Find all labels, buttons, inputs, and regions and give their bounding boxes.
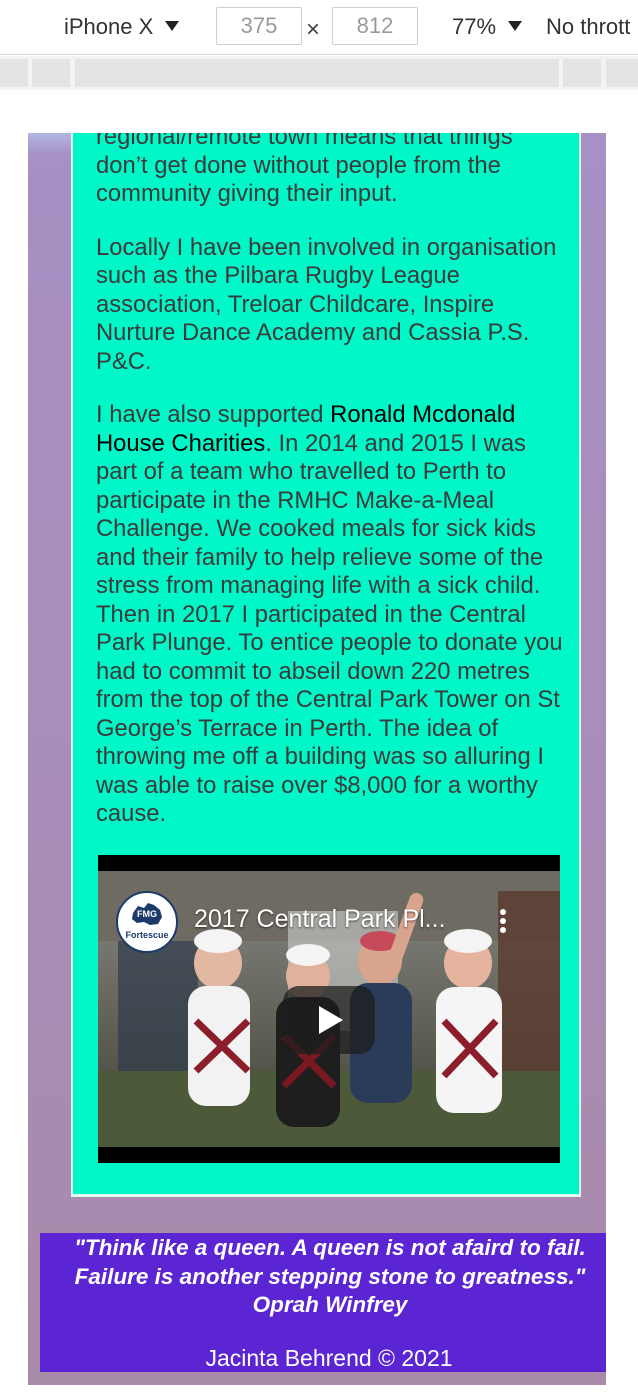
quote-line: Failure is another stepping stone to gre… — [74, 1263, 586, 1289]
quote: "Think like a queen. A queen is not afai… — [40, 1234, 606, 1320]
article-text: regional/remote town means that things d… — [96, 133, 566, 854]
paragraph-rest: . In 2014 and 2015 I was part of a team … — [96, 429, 563, 828]
chevron-down-icon — [165, 21, 180, 32]
australia-map-icon: FMG — [132, 903, 162, 925]
page-viewport: regional/remote town means that things d… — [28, 133, 606, 1385]
zoom-label: 77% — [452, 14, 497, 39]
more-vertical-icon[interactable] — [496, 907, 510, 935]
play-icon — [319, 1006, 343, 1034]
media-query-segment[interactable] — [32, 59, 70, 87]
width-input[interactable]: 375 — [216, 7, 302, 45]
channel-name: Fortescue — [125, 930, 169, 940]
content-panel: regional/remote town means that things d… — [71, 133, 581, 1197]
media-query-segment[interactable] — [0, 59, 28, 87]
video-title[interactable]: 2017 Central Park Pl... — [194, 905, 446, 934]
media-query-bar — [0, 56, 638, 90]
quote-author: Oprah Winfrey — [252, 1292, 408, 1317]
copyright-text: Jacinta Behrend © 2021 — [205, 1345, 453, 1371]
zoom-select[interactable]: 77% — [452, 14, 523, 40]
video-thumbnail: FMG Fortescue 2017 Central Park Pl... — [98, 871, 560, 1147]
quote-line: "Think like a queen. A queen is not afai… — [74, 1235, 586, 1260]
device-select[interactable]: iPhone X — [64, 14, 180, 40]
footer: "Think like a queen. A queen is not afai… — [40, 1233, 606, 1372]
youtube-video-embed[interactable]: FMG Fortescue 2017 Central Park Pl... — [98, 855, 560, 1163]
paragraph: regional/remote town means that things d… — [96, 133, 513, 207]
paragraph: Locally I have been involved in organisa… — [96, 234, 566, 377]
device-name-label: iPhone X — [64, 14, 154, 39]
height-input[interactable]: 812 — [332, 7, 418, 45]
channel-initials: FMG — [137, 909, 157, 919]
chevron-down-icon — [508, 21, 523, 32]
media-query-segment[interactable] — [75, 59, 559, 87]
play-button[interactable] — [283, 986, 375, 1054]
channel-logo[interactable]: FMG Fortescue — [116, 891, 178, 953]
paragraph-lead: I have also supported — [96, 401, 331, 428]
dimension-separator: × — [306, 16, 321, 43]
throttling-select[interactable]: No thrott — [546, 14, 630, 40]
media-query-segment[interactable] — [606, 59, 638, 87]
media-query-segment[interactable] — [563, 59, 601, 87]
background-image — [28, 133, 72, 155]
device-toolbar: iPhone X 375 × 812 77% No thrott — [0, 0, 638, 55]
paragraph: I have also supported Ronald Mcdonald Ho… — [96, 401, 566, 829]
paragraph-text: Locally I have been involved in organisa… — [96, 233, 557, 375]
